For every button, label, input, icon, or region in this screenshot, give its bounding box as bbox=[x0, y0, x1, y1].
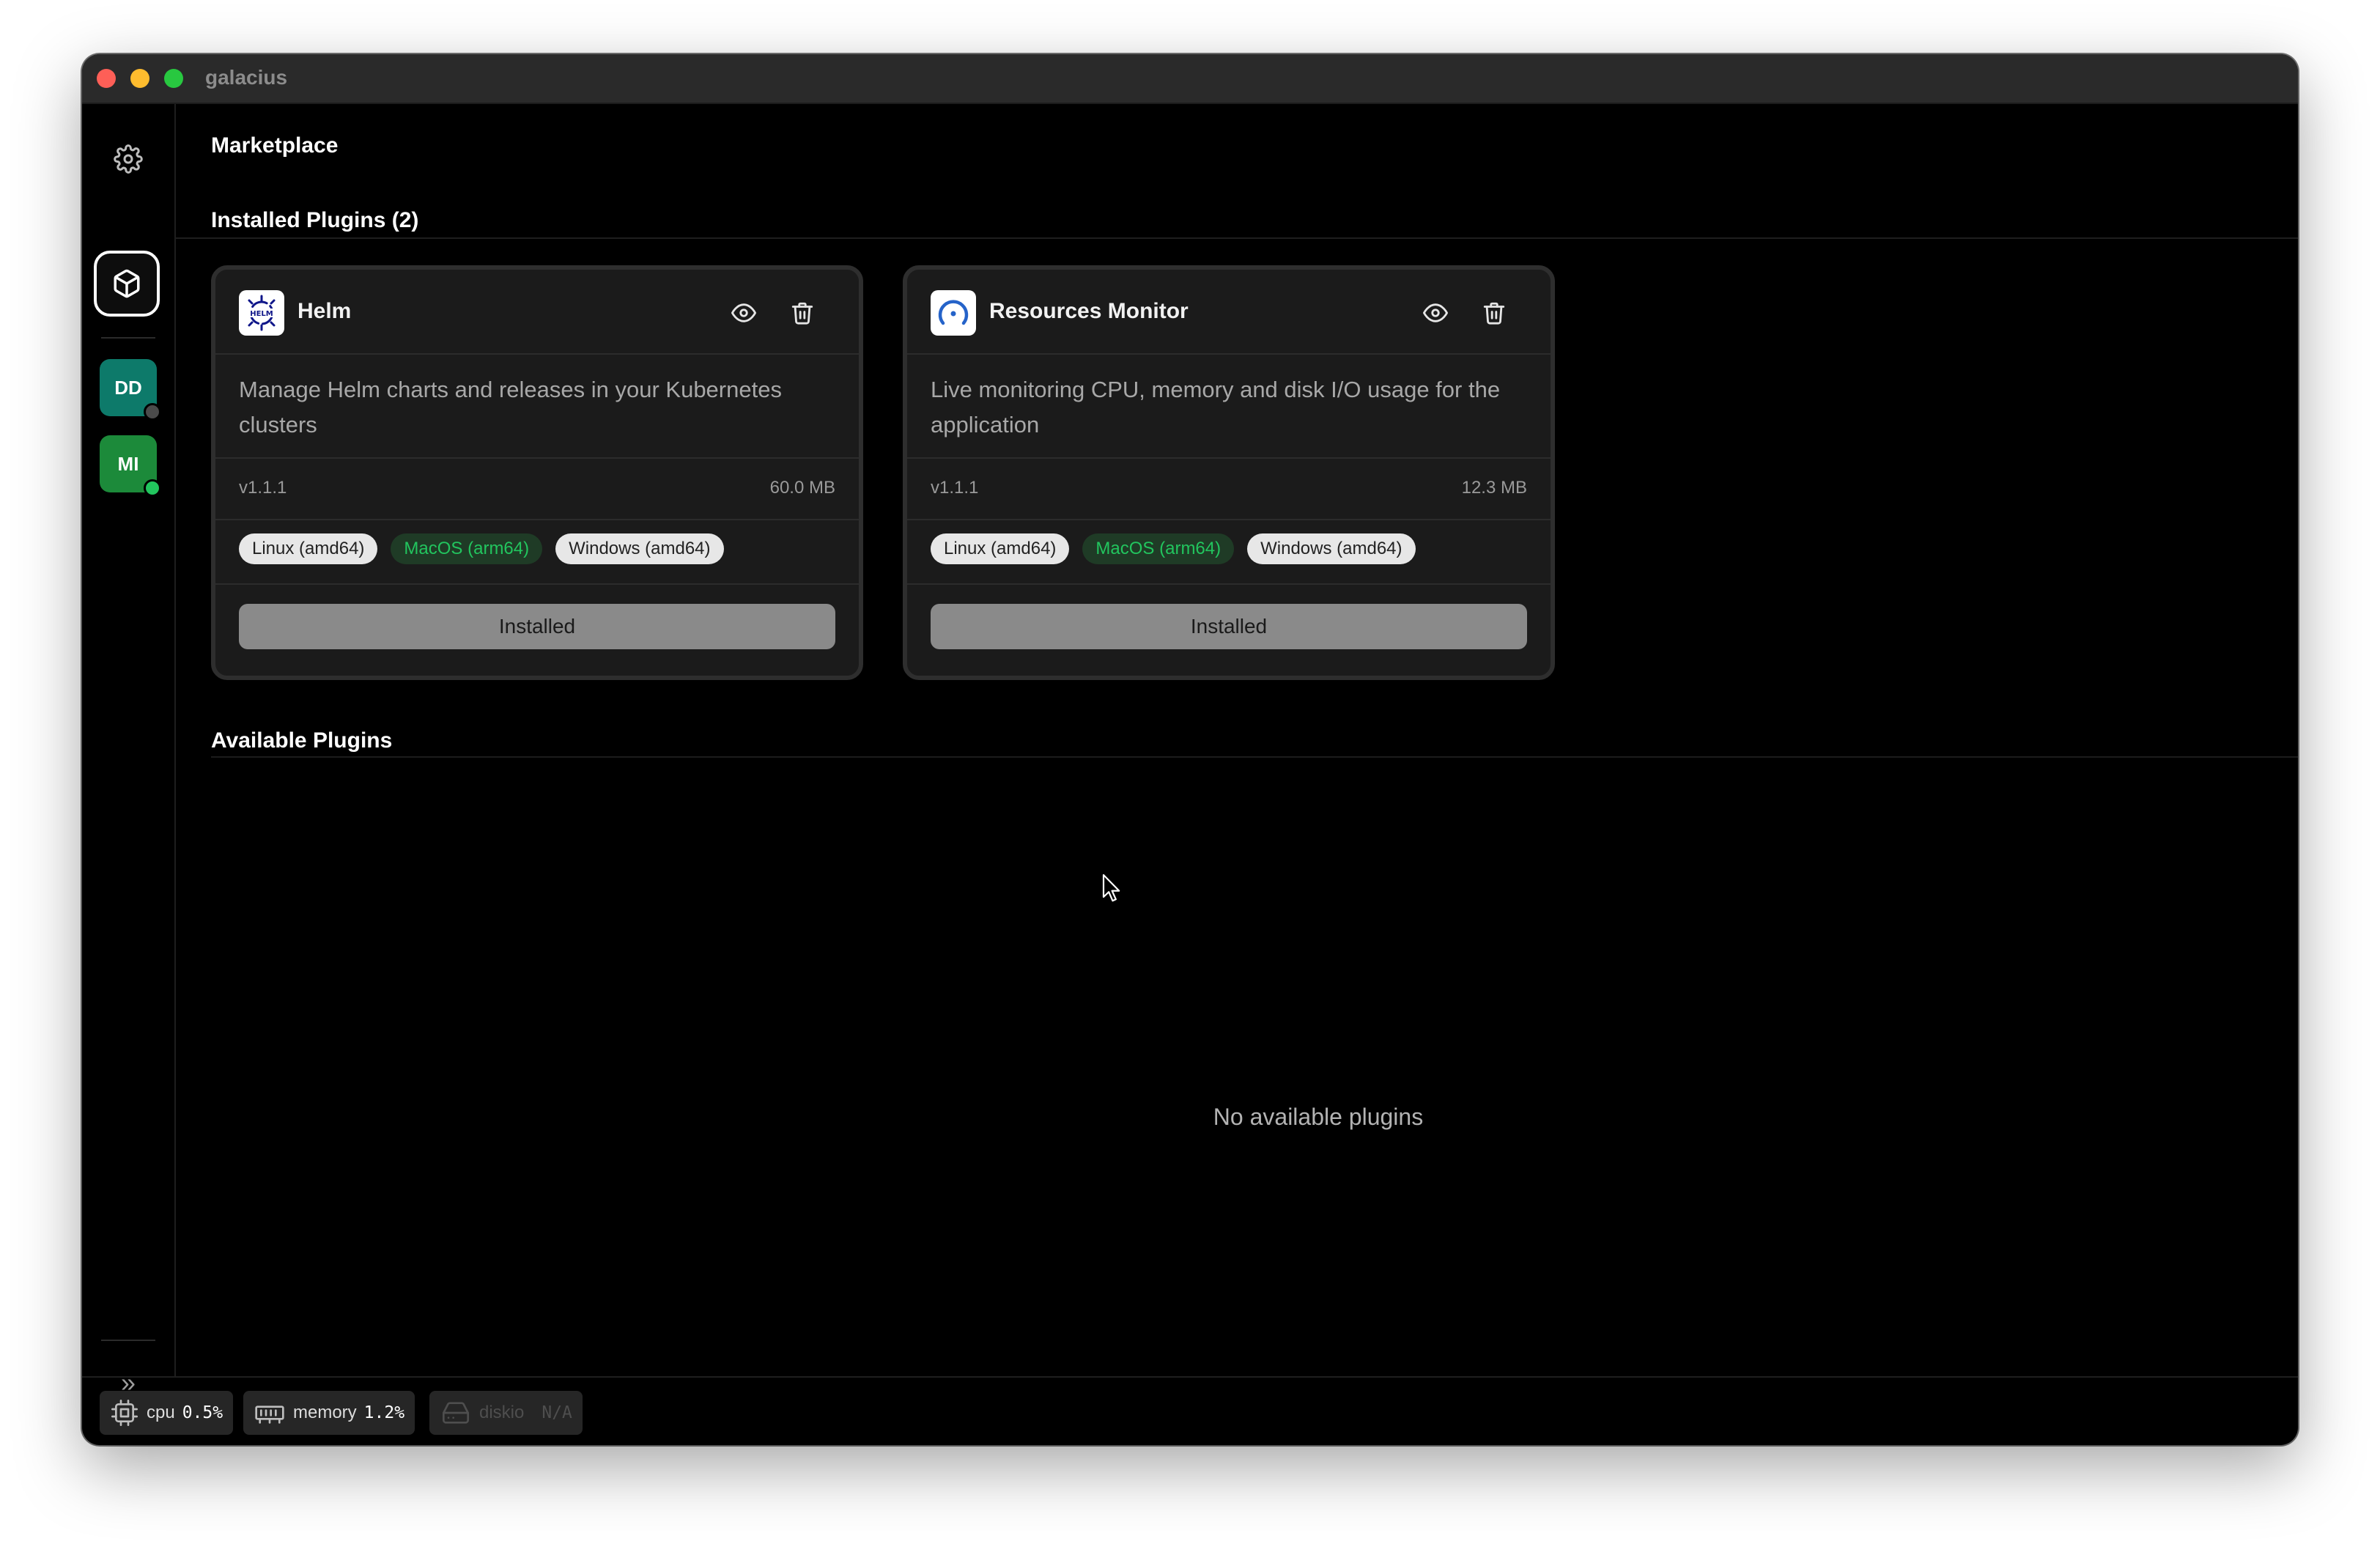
close-window-button[interactable] bbox=[97, 69, 116, 88]
cpu-icon bbox=[111, 1400, 138, 1426]
section-divider bbox=[211, 756, 2298, 758]
plugin-size: 60.0 MB bbox=[769, 478, 835, 498]
sidebar-divider bbox=[101, 1340, 155, 1341]
available-plugins-title: Available Plugins bbox=[211, 728, 393, 753]
plugin-version: v1.1.1 bbox=[931, 478, 979, 498]
page-title: Marketplace bbox=[211, 133, 339, 158]
cpu-label: cpu bbox=[147, 1403, 175, 1422]
view-plugin-button[interactable] bbox=[1420, 298, 1451, 328]
page-header: Marketplace bbox=[176, 104, 2298, 239]
mouse-pointer-icon bbox=[1102, 873, 1123, 906]
cpu-value: 0.5% bbox=[182, 1403, 223, 1422]
trash-icon bbox=[791, 302, 813, 325]
minimize-window-button[interactable] bbox=[130, 69, 149, 88]
plugin-version: v1.1.1 bbox=[239, 478, 287, 498]
plugin-card-resources-monitor: Resources Monitor Live monitoring CPU, m… bbox=[903, 265, 1555, 680]
platform-tag: Windows (amd64) bbox=[555, 533, 724, 564]
cluster-avatar-mi[interactable]: MI bbox=[100, 435, 161, 497]
platform-tags: Linux (amd64) MacOS (arm64) Windows (amd… bbox=[931, 533, 1416, 564]
helm-icon: HELM bbox=[239, 290, 284, 336]
svg-text:HELM: HELM bbox=[250, 310, 273, 318]
delete-plugin-button[interactable] bbox=[1479, 298, 1509, 328]
installed-button[interactable]: Installed bbox=[239, 604, 835, 649]
diskio-usage-indicator: diskio N/A bbox=[429, 1391, 583, 1435]
plugin-meta: v1.1.1 12.3 MB bbox=[907, 457, 1551, 520]
plugin-name: Helm bbox=[298, 299, 352, 323]
installed-button[interactable]: Installed bbox=[931, 604, 1527, 649]
cluster-initials: MI bbox=[117, 452, 139, 475]
hard-drive-icon bbox=[443, 1402, 469, 1424]
status-bar: cpu 0.5% memory 1.2% diskio N/A bbox=[82, 1376, 2298, 1445]
plugin-size: 12.3 MB bbox=[1461, 478, 1527, 498]
plugin-card-header: HELM Helm bbox=[215, 270, 859, 355]
installed-plugins-title: Installed Plugins (2) bbox=[211, 208, 419, 232]
plugin-meta: v1.1.1 60.0 MB bbox=[215, 457, 859, 520]
plugin-card-footer: Installed bbox=[215, 583, 859, 676]
memory-label: memory bbox=[293, 1403, 357, 1422]
platform-tag: Linux (amd64) bbox=[239, 533, 378, 564]
memory-value: 1.2% bbox=[363, 1403, 405, 1422]
platform-tag: Linux (amd64) bbox=[931, 533, 1070, 564]
platform-tag: Windows (amd64) bbox=[1247, 533, 1416, 564]
maximize-window-button[interactable] bbox=[164, 69, 183, 88]
title-bar: galacius bbox=[82, 54, 2298, 104]
cluster-initials: DD bbox=[114, 376, 142, 399]
diskio-label: diskio bbox=[479, 1403, 525, 1422]
diskio-value: N/A bbox=[542, 1403, 572, 1422]
plugin-card-footer: Installed bbox=[907, 583, 1551, 676]
cluster-status-indicator bbox=[144, 403, 161, 421]
platform-tag-current: MacOS (arm64) bbox=[1082, 533, 1235, 564]
app-window: galacius DD MI » Marketplace Installed P… bbox=[82, 54, 2298, 1445]
cpu-usage-indicator: cpu 0.5% bbox=[100, 1391, 234, 1435]
eye-icon bbox=[1423, 303, 1448, 322]
marketplace-button[interactable] bbox=[94, 251, 160, 317]
sidebar-divider bbox=[101, 337, 155, 339]
cluster-status-indicator bbox=[144, 479, 161, 497]
delete-plugin-button[interactable] bbox=[787, 298, 818, 328]
gear-icon bbox=[114, 144, 143, 174]
memory-usage-indicator: memory 1.2% bbox=[243, 1391, 415, 1435]
settings-button[interactable] bbox=[106, 136, 151, 182]
view-plugin-button[interactable] bbox=[728, 298, 759, 328]
window-title: galacius bbox=[205, 66, 288, 89]
plugin-name: Resources Monitor bbox=[989, 299, 1189, 323]
plugin-card-helm: HELM Helm Manage Helm charts and release… bbox=[211, 265, 863, 680]
sidebar: DD MI » bbox=[82, 104, 176, 1397]
package-icon bbox=[114, 269, 140, 298]
memory-icon bbox=[255, 1406, 284, 1424]
plugin-description: Manage Helm charts and releases in your … bbox=[239, 377, 782, 437]
eye-icon bbox=[731, 303, 756, 322]
empty-state-message: No available plugins bbox=[1213, 1104, 1424, 1130]
gauge-icon bbox=[931, 290, 976, 336]
cluster-avatar-dd[interactable]: DD bbox=[100, 359, 161, 421]
plugin-card-header: Resources Monitor bbox=[907, 270, 1551, 355]
trash-icon bbox=[1483, 302, 1505, 325]
platform-tags: Linux (amd64) MacOS (arm64) Windows (amd… bbox=[239, 533, 724, 564]
plugin-description: Live monitoring CPU, memory and disk I/O… bbox=[931, 377, 1501, 437]
platform-tag-current: MacOS (arm64) bbox=[391, 533, 543, 564]
